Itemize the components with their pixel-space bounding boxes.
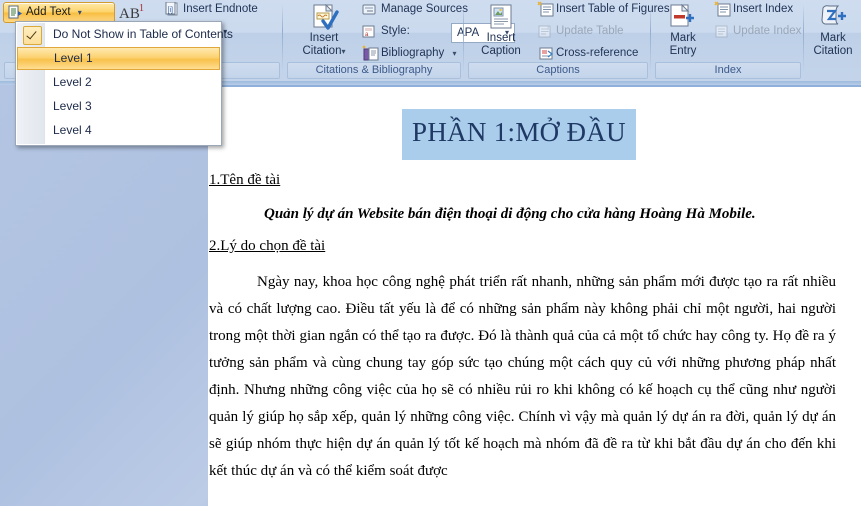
page-top-edge <box>208 85 861 87</box>
insert-caption-label-2: Caption <box>481 45 521 57</box>
document-title[interactable]: PHẦN 1:MỞ ĐẦU <box>402 109 636 160</box>
menu-item-label: Level 2 <box>53 75 92 89</box>
mark-entry-button[interactable]: Mark Entry <box>657 2 709 60</box>
insert-citation-button[interactable]: Insert Citation▾ <box>293 2 355 60</box>
document-page[interactable]: PHẦN 1:MỞ ĐẦU 1.Tên đề tài Quản lý dự án… <box>208 85 861 506</box>
menu-item-label: Do Not Show in Table of Contents <box>53 27 233 41</box>
ribbon-group-citations: Insert Citation▾ Manage Sources a Style:… <box>283 0 515 81</box>
insert-endnote-item[interactable]: [i] Insert Endnote <box>163 1 258 18</box>
chevron-down-icon: ▾ <box>341 47 346 56</box>
insert-index-icon <box>714 1 732 23</box>
insert-citation-label-2: Citation▾ <box>302 45 346 57</box>
document-body-paragraph[interactable]: Ngày nay, khoa học công nghệ phát triển … <box>209 269 836 485</box>
menu-item-level-2[interactable]: Level 2 <box>17 71 220 94</box>
insert-index-item[interactable]: Insert Index <box>713 1 793 18</box>
menu-item-level-4[interactable]: Level 4 <box>17 119 220 142</box>
document-topic-line[interactable]: Quản lý dự án Website bán điện thoại di … <box>264 206 756 223</box>
add-text-dropdown[interactable]: Do Not Show in Table of Contents Level 1… <box>15 21 233 146</box>
captions-group-label: Captions <box>468 62 648 79</box>
mark-citation-label-1: Mark <box>820 32 846 44</box>
add-text-icon <box>8 5 23 20</box>
menu-item-label: Level 4 <box>53 123 92 137</box>
mark-citation-icon <box>819 4 847 35</box>
menu-item-level-1[interactable]: Level 1 <box>17 47 220 70</box>
cross-reference-label: Cross-reference <box>556 47 639 59</box>
bibliography-label: Bibliography <box>381 47 445 59</box>
manage-sources-icon <box>362 2 379 23</box>
mark-entry-icon <box>669 3 697 35</box>
insert-citation-label-1: Insert <box>309 32 339 44</box>
menu-item-label: Level 1 <box>54 51 93 65</box>
menu-item-label: Level 3 <box>53 99 92 113</box>
ribbon-group-index: Mark Entry Insert Index Update Index Ind… <box>651 0 803 81</box>
update-index-label: Update Index <box>733 25 802 37</box>
mark-entry-label-1: Mark <box>670 32 696 44</box>
mark-citation-label-2: Citation <box>813 45 853 57</box>
citations-group-label: Citations & Bibliography <box>287 62 461 79</box>
checkmark-icon <box>23 26 42 45</box>
update-table-label: Update Table <box>556 25 624 37</box>
insert-caption-icon <box>488 4 516 35</box>
svg-text:1: 1 <box>139 3 144 14</box>
chevron-down-icon: ▾ <box>452 49 457 58</box>
insert-index-label: Insert Index <box>733 3 794 15</box>
insert-endnote-icon: [i] <box>164 1 180 23</box>
insert-endnote-label: Insert Endnote <box>183 3 258 15</box>
index-group-label: Index <box>655 62 801 79</box>
style-icon: a <box>362 24 379 45</box>
bibliography-item[interactable]: Bibliography ▾ <box>361 45 457 62</box>
add-text-label: Add Text <box>26 6 71 18</box>
insert-table-of-figures-icon <box>537 1 555 23</box>
add-text-button[interactable]: Add Text ▾ <box>3 2 115 23</box>
document-workspace: PHẦN 1:MỞ ĐẦU 1.Tên đề tài Quản lý dự án… <box>0 85 861 506</box>
update-table-icon: ! <box>537 24 554 45</box>
update-index-item: Update Index <box>713 23 801 40</box>
update-index-icon <box>714 24 731 45</box>
svg-text:!: ! <box>547 25 549 34</box>
manage-sources-item[interactable]: Manage Sources <box>361 1 468 18</box>
mark-citation-button[interactable]: Mark Citation <box>806 2 860 60</box>
menu-item-level-3[interactable]: Level 3 <box>17 95 220 118</box>
manage-sources-label: Manage Sources <box>381 3 468 15</box>
svg-text:[i]: [i] <box>168 7 174 14</box>
insert-caption-button[interactable]: Insert Caption <box>470 2 532 60</box>
document-heading-2[interactable]: 2.Lý do chọn đề tài <box>209 238 325 255</box>
document-heading-1[interactable]: 1.Tên đề tài <box>209 172 280 189</box>
ribbon-group-authorities: Mark Citation <box>804 0 861 81</box>
chevron-down-icon: ▾ <box>77 8 82 17</box>
update-table-item: ! Update Table <box>536 23 624 40</box>
cross-reference-item[interactable]: Cross-reference <box>536 45 638 62</box>
svg-text:AB: AB <box>119 6 140 22</box>
insert-caption-label-1: Insert <box>486 32 516 44</box>
insert-citation-icon <box>311 3 339 35</box>
mark-entry-label-2: Entry <box>669 45 697 57</box>
style-label: Style: <box>381 25 410 37</box>
ribbon-group-captions: Insert Caption Insert Table of Figures ! <box>464 0 670 81</box>
menu-item-do-not-show[interactable]: Do Not Show in Table of Contents <box>17 23 233 46</box>
